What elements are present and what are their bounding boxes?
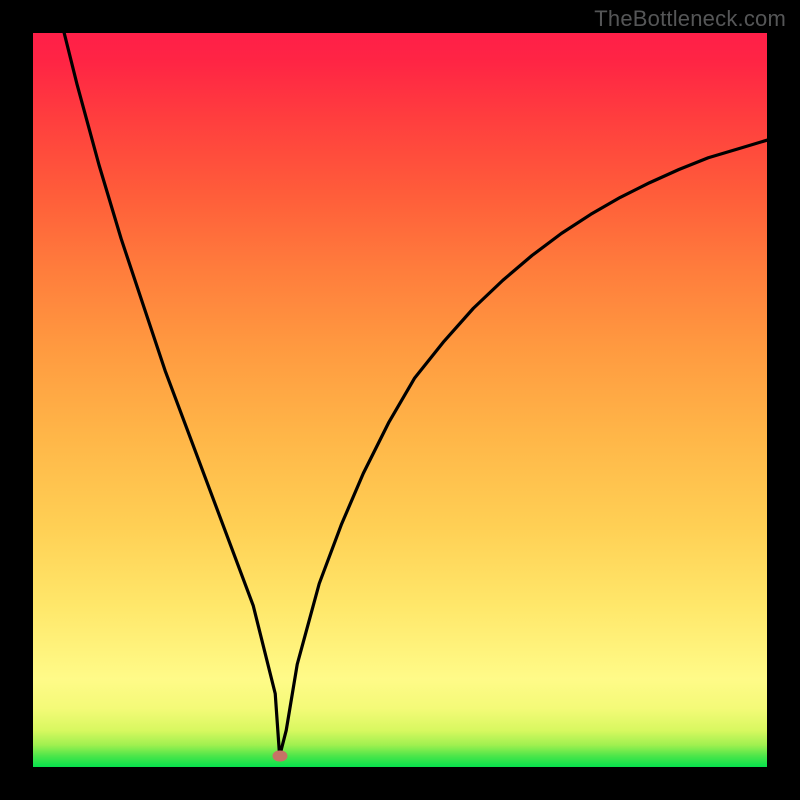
watermark-text: TheBottleneck.com: [594, 6, 786, 32]
optimal-point-marker: [272, 750, 287, 761]
plot-area: [33, 33, 767, 767]
bottleneck-curve: [33, 33, 767, 767]
chart-frame: TheBottleneck.com: [0, 0, 800, 800]
